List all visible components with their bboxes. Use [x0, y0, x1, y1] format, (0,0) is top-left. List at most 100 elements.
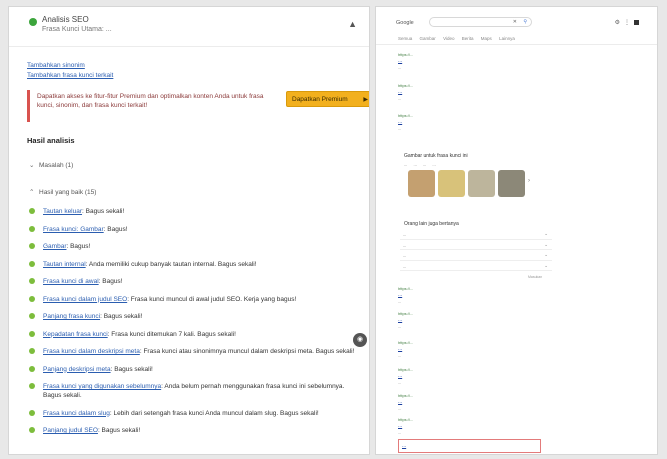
tab-images[interactable]: Gambar: [420, 36, 436, 41]
result-title[interactable]: ...: [398, 292, 548, 299]
result-link[interactable]: Tautan keluar: [43, 208, 82, 215]
result-description: ...: [398, 65, 402, 70]
result-description: ...: [398, 299, 402, 304]
problems-group-toggle[interactable]: ⌄ Masalah (1): [29, 161, 73, 169]
paa-item[interactable]: ... ⌄: [400, 240, 552, 250]
paa-question: ...: [403, 242, 407, 248]
chevron-right-icon[interactable]: ›: [528, 170, 540, 197]
search-result[interactable]: https://... ... ...: [398, 393, 548, 412]
result-text: : Bagus sekali!: [82, 208, 125, 215]
list-item: Tautan keluar: Bagus sekali!: [29, 207, 359, 216]
seo-panel-header[interactable]: Analisis SEO Frasa Kunci Utama: ... ▲: [9, 7, 369, 47]
eye-icon[interactable]: ◉: [353, 333, 367, 347]
search-preview-panel: Google ✕ ⚲ ⚙⋮ Semua Gambar Video Berita …: [375, 6, 658, 455]
search-icon[interactable]: ⚲: [523, 19, 527, 25]
search-result[interactable]: https://... ... ...: [398, 52, 548, 71]
list-item: Frasa kunci dalam slug: Lebih dari seten…: [29, 409, 359, 418]
paa-item[interactable]: ... ⌄: [400, 229, 552, 240]
list-item: Frasa kunci dalam judul SEO: Frasa kunci…: [29, 295, 359, 304]
good-bullet-icon: [29, 427, 35, 433]
image-thumbnail[interactable]: [498, 170, 525, 197]
result-text: : Bagus sekali!: [97, 427, 141, 434]
paa-question: ...: [403, 232, 407, 237]
result-link[interactable]: Frasa kunci: Gambar: [43, 226, 104, 233]
search-result[interactable]: https://... ... ...: [398, 340, 548, 359]
get-premium-button[interactable]: Dapatkan Premium ▶: [286, 91, 369, 107]
image-chip[interactable]: ...: [413, 162, 416, 167]
add-synonyms-link[interactable]: Tambahkan sinonim: [27, 61, 113, 71]
status-dot-icon: [29, 18, 37, 26]
tab-all[interactable]: Semua: [398, 36, 412, 41]
result-link[interactable]: Panjang frasa kunci: [43, 313, 100, 320]
result-link[interactable]: Frasa kunci yang digunakan sebelumnya: [43, 383, 161, 390]
good-results-group-label: Hasil yang baik (15): [39, 189, 97, 196]
tab-videos[interactable]: Video: [443, 36, 454, 41]
people-also-ask-list: ... ⌄ ... ⌄ ... ⌄ ... ⌄: [400, 229, 552, 271]
settings-icon[interactable]: ⚙: [615, 20, 624, 26]
paa-item[interactable]: ... ⌄: [400, 261, 552, 271]
result-text: : Bagus!: [98, 278, 123, 285]
result-title[interactable]: ...: [398, 346, 548, 353]
image-chip[interactable]: ...: [423, 162, 426, 167]
result-title[interactable]: ...: [398, 58, 548, 65]
image-thumbnail[interactable]: [438, 170, 465, 197]
search-result[interactable]: https://... ... ...: [398, 83, 548, 102]
good-bullet-icon: [29, 295, 35, 302]
result-title[interactable]: ...: [398, 89, 548, 96]
chevron-down-icon: ⌄: [544, 241, 548, 247]
result-title[interactable]: ...: [398, 423, 548, 430]
search-input[interactable]: ✕ ⚲: [429, 17, 532, 27]
good-bullet-icon: [29, 365, 35, 372]
result-link[interactable]: Frasa kunci dalam deskripsi meta: [43, 348, 140, 355]
seo-panel-subtitle: Frasa Kunci Utama: ...: [42, 26, 112, 33]
search-result[interactable]: https://... ... ...: [398, 311, 548, 330]
feedback-link[interactable]: Masukan: [528, 275, 542, 279]
chevron-down-icon: ⌄: [544, 252, 548, 257]
result-text: : Anda memiliki cukup banyak tautan inte…: [85, 260, 257, 268]
image-thumbnail[interactable]: [408, 170, 435, 197]
tab-news[interactable]: Berita: [462, 36, 474, 41]
search-result[interactable]: https://... ... ...: [398, 367, 548, 386]
search-result[interactable]: https://... ... ...: [398, 286, 548, 305]
paa-item[interactable]: ... ⌄: [400, 250, 552, 261]
premium-links: Tambahkan sinonim Tambahkan frasa kunci …: [27, 61, 113, 81]
result-link[interactable]: Frasa kunci dalam slug: [43, 410, 110, 417]
result-description: ...: [398, 430, 402, 435]
divider: [376, 44, 657, 45]
result-link[interactable]: Frasa kunci dalam judul SEO: [43, 296, 127, 303]
chevron-down-icon: ⌄: [544, 262, 548, 268]
list-item: Frasa kunci yang digunakan sebelumnya: A…: [29, 382, 359, 400]
result-description: ...: [398, 324, 402, 329]
close-icon[interactable]: ✕: [513, 19, 517, 25]
result-link[interactable]: Gambar: [43, 243, 66, 250]
good-results-group-toggle[interactable]: ⌃ Hasil yang baik (15): [29, 188, 96, 196]
arrow-right-icon: ▶: [363, 97, 368, 103]
result-title[interactable]: ...: [398, 373, 548, 380]
result-link[interactable]: Kepadatan frasa kunci: [43, 331, 108, 338]
result-link[interactable]: Panjang judul SEO: [43, 427, 98, 434]
highlighted-result-title[interactable]: ...: [399, 440, 540, 449]
search-result[interactable]: https://... ... ...: [398, 113, 548, 132]
image-chip[interactable]: ...: [432, 162, 435, 167]
image-filter-chips: ... ... ... ...: [404, 162, 436, 167]
account-icon[interactable]: [634, 19, 639, 25]
result-link[interactable]: Frasa kunci di awal: [43, 278, 99, 285]
add-related-keyphrase-link[interactable]: Tambahkan frasa kunci terkait: [27, 71, 113, 81]
seo-panel-title: Analisis SEO: [42, 15, 89, 24]
result-title[interactable]: ...: [398, 399, 548, 406]
search-result[interactable]: https://... ... ...: [398, 417, 548, 436]
result-title[interactable]: ...: [398, 317, 548, 324]
problems-group-label: Masalah (1): [39, 162, 74, 169]
result-title[interactable]: ...: [398, 119, 548, 126]
result-description: ...: [398, 380, 402, 385]
image-chip[interactable]: ...: [404, 162, 407, 167]
tab-more[interactable]: Lainnya: [499, 36, 515, 41]
image-thumbnail[interactable]: [468, 170, 495, 197]
chevron-up-icon[interactable]: ▲: [348, 19, 357, 29]
seo-analysis-panel: Analisis SEO Frasa Kunci Utama: ... ▲ Ta…: [8, 6, 370, 455]
tab-maps[interactable]: Maps: [481, 36, 492, 41]
result-link[interactable]: Panjang deskripsi meta: [43, 366, 111, 373]
highlighted-result[interactable]: ...: [398, 439, 541, 453]
apps-icon[interactable]: ⋮: [624, 20, 634, 26]
result-link[interactable]: Tautan internal: [43, 261, 86, 268]
